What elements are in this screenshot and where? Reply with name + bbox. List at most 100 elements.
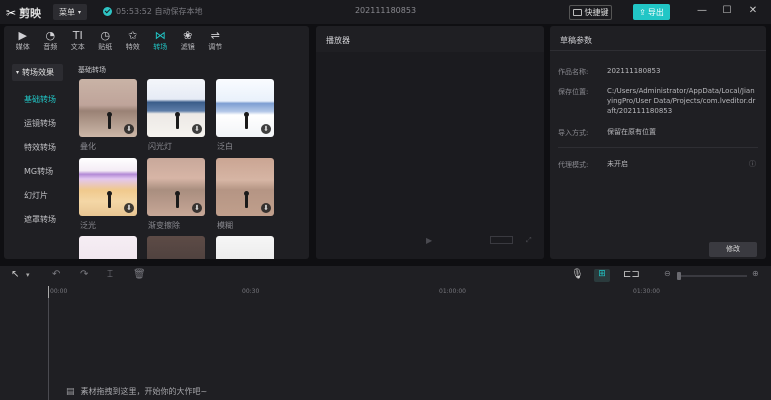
fullscreen-icon[interactable]: ⤢ bbox=[526, 236, 532, 245]
divider bbox=[558, 147, 758, 148]
nav-item-slideshow[interactable]: 幻灯片 bbox=[24, 190, 48, 201]
nav-item-mask[interactable]: 遮罩转场 bbox=[24, 214, 56, 225]
audio-icon: ◔ bbox=[45, 29, 56, 42]
tab-media[interactable]: ▶ 媒体 bbox=[9, 26, 37, 56]
tab-label: 贴纸 bbox=[98, 43, 113, 51]
tick-label: 01:30:00 bbox=[633, 288, 660, 295]
effects-icon: ✩ bbox=[128, 29, 138, 42]
zoom-slider-handle[interactable] bbox=[677, 272, 681, 280]
delete-icon[interactable]: 🗑 bbox=[133, 269, 146, 280]
prop-label-proxy: 代理模式: bbox=[558, 161, 589, 169]
timeline-area[interactable]: ▤ 素材拖拽到这里，开始你的大作吧~ bbox=[0, 298, 771, 400]
adjust-icon: ⇌ bbox=[210, 29, 220, 42]
minimize-icon[interactable]: — bbox=[695, 4, 709, 18]
shortcut-button[interactable]: 快捷键 bbox=[569, 5, 612, 20]
tab-label: 滤镜 bbox=[180, 43, 195, 51]
timeline-ruler: 00:00 00:30 01:00:00 01:30:00 bbox=[0, 286, 771, 298]
transition-label: 泛白 bbox=[217, 142, 233, 151]
media-icon: ▶ bbox=[18, 29, 27, 42]
split-icon[interactable]: ⌶ bbox=[107, 269, 113, 280]
undo-icon[interactable]: ↶ bbox=[52, 269, 60, 280]
transition-thumb-fold[interactable]: ⬇ bbox=[79, 79, 137, 137]
prop-label-import: 导入方式: bbox=[558, 129, 589, 137]
figure-silhouette bbox=[107, 191, 112, 208]
transition-thumb-white[interactable]: ⬇ bbox=[216, 79, 274, 137]
microphone-icon[interactable]: 🎙 bbox=[571, 269, 584, 280]
figure-silhouette bbox=[244, 112, 249, 129]
download-icon[interactable]: ⬇ bbox=[261, 203, 271, 213]
tab-label: 调节 bbox=[208, 43, 223, 51]
caret-down-icon: ▾ bbox=[16, 69, 20, 76]
tab-label: 媒体 bbox=[15, 43, 30, 51]
play-icon[interactable]: ▶ bbox=[426, 236, 432, 245]
nav-item-mg[interactable]: MG转场 bbox=[24, 166, 53, 177]
transition-icon: ⋈ bbox=[154, 29, 166, 42]
prop-value-import: 保留在原有位置 bbox=[607, 128, 656, 136]
link-icon[interactable]: ⊏⊐ bbox=[623, 269, 640, 280]
transition-thumb-glow[interactable]: ⬇ bbox=[79, 158, 137, 216]
chevron-down-icon[interactable]: ▾ bbox=[26, 271, 30, 279]
tab-adjust[interactable]: ⇌ 调节 bbox=[202, 26, 230, 56]
transition-thumb-flash[interactable]: ⬇ bbox=[147, 79, 205, 137]
transition-thumb-gradient-wipe[interactable]: ⬇ bbox=[147, 158, 205, 216]
zoom-slider[interactable] bbox=[677, 275, 747, 277]
tab-text[interactable]: TI 文本 bbox=[64, 26, 92, 56]
tab-sticker[interactable]: ◷ 贴纸 bbox=[92, 26, 120, 56]
draft-panel: 草稿参数 作品名称: 202111180853 保存位置: C:/Users/A… bbox=[550, 26, 766, 259]
transition-label: 泛光 bbox=[80, 221, 96, 230]
timeline-toolbar: ↖ ▾ ↶ ↷ ⌶ 🗑 🎙 ⊞ ⊏⊐ ⊖ ⊕ bbox=[0, 266, 771, 286]
close-icon[interactable]: ✕ bbox=[746, 4, 760, 18]
keyboard-icon bbox=[572, 9, 582, 16]
maximize-icon[interactable]: ☐ bbox=[720, 4, 734, 18]
transition-thumb[interactable] bbox=[147, 236, 205, 259]
transition-thumb[interactable] bbox=[216, 236, 274, 259]
nav-group-transitions[interactable]: ▾ 转场效果 bbox=[12, 64, 63, 81]
ratio-box[interactable] bbox=[490, 236, 513, 244]
empty-hint: ▤ 素材拖拽到这里，开始你的大作吧~ bbox=[66, 386, 207, 397]
tab-effects[interactable]: ✩ 特效 bbox=[119, 26, 147, 56]
info-icon[interactable]: ⓘ bbox=[749, 159, 756, 169]
zoom-out-icon[interactable]: ⊖ bbox=[664, 269, 671, 278]
empty-hint-text: 素材拖拽到这里，开始你的大作吧~ bbox=[80, 387, 208, 396]
playhead[interactable] bbox=[48, 286, 49, 298]
export-label: 导出 bbox=[647, 7, 664, 17]
zoom-in-icon[interactable]: ⊕ bbox=[752, 269, 759, 278]
tick-label: 00:00 bbox=[50, 288, 68, 295]
tab-transition[interactable]: ⋈ 转场 bbox=[147, 26, 175, 56]
nav-item-basic[interactable]: 基础转场 bbox=[24, 94, 56, 105]
prop-value-location: C:/Users/Administrator/AppData/Local/Jia… bbox=[607, 87, 756, 115]
figure-silhouette bbox=[244, 191, 249, 208]
sticker-icon: ◷ bbox=[100, 29, 111, 42]
text-icon: TI bbox=[72, 29, 83, 42]
magnet-icon[interactable]: ⊞ bbox=[594, 269, 610, 282]
download-icon[interactable]: ⬇ bbox=[124, 124, 134, 134]
nav-item-camera[interactable]: 运镜转场 bbox=[24, 118, 56, 129]
divider bbox=[550, 50, 766, 51]
select-cursor-icon[interactable]: ↖ bbox=[11, 269, 19, 280]
edit-button[interactable]: 修改 bbox=[709, 242, 757, 257]
transition-label: 叠化 bbox=[80, 142, 96, 151]
figure-silhouette bbox=[107, 112, 112, 129]
export-button[interactable]: ⇪ 导出 bbox=[633, 4, 670, 20]
transition-thumb-blur[interactable]: ⬇ bbox=[216, 158, 274, 216]
download-icon[interactable]: ⬇ bbox=[261, 124, 271, 134]
download-icon[interactable]: ⬇ bbox=[192, 124, 202, 134]
tick-label: 00:30 bbox=[242, 288, 260, 295]
playhead-line bbox=[48, 298, 49, 400]
redo-icon[interactable]: ↷ bbox=[80, 269, 88, 280]
tab-label: 文本 bbox=[70, 43, 85, 51]
tab-filter[interactable]: ❀ 滤镜 bbox=[174, 26, 202, 56]
film-icon: ▤ bbox=[66, 386, 75, 397]
download-icon[interactable]: ⬇ bbox=[124, 203, 134, 213]
tab-audio[interactable]: ◔ 音频 bbox=[37, 26, 65, 56]
media-panel: ▶ 媒体 ◔ 音频 TI 文本 ◷ 贴纸 ✩ 特效 ⋈ 转场 ❀ 滤镜 ⇌ 调节 ▾ 转场效果 … bbox=[4, 26, 309, 259]
download-icon[interactable]: ⬇ bbox=[192, 203, 202, 213]
tab-label: 特效 bbox=[125, 43, 140, 51]
figure-silhouette bbox=[175, 191, 180, 208]
transition-label: 闪光灯 bbox=[148, 142, 172, 151]
transition-thumb[interactable] bbox=[79, 236, 137, 259]
player-screen[interactable]: ▶ ⤢ bbox=[316, 52, 544, 259]
nav-item-special[interactable]: 特效转场 bbox=[24, 142, 56, 153]
transition-label: 模糊 bbox=[217, 221, 233, 230]
nav-group-label: 转场效果 bbox=[22, 68, 55, 77]
